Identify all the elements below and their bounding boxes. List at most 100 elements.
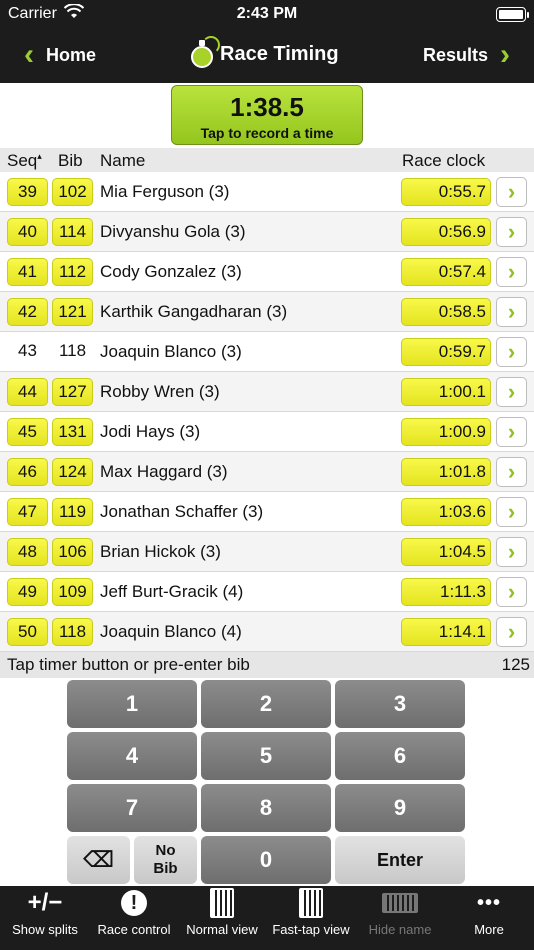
- runner-name: Mia Ferguson (3): [100, 182, 230, 201]
- tab-race-control[interactable]: ! Race control: [90, 886, 178, 950]
- chevron-right-icon: ›: [507, 259, 516, 284]
- race-clock-cell[interactable]: 1:03.6: [401, 498, 491, 526]
- table-row[interactable]: 48 106 Brian Hickok (3) 1:04.5 ›: [0, 532, 534, 572]
- seq-cell[interactable]: 49: [7, 578, 48, 606]
- row-detail-button[interactable]: ›: [496, 497, 527, 527]
- timer-hint: Tap to record a time: [200, 125, 334, 141]
- row-detail-button[interactable]: ›: [496, 537, 527, 567]
- race-clock-cell[interactable]: 1:00.9: [401, 418, 491, 446]
- bib-cell[interactable]: 119: [52, 498, 93, 526]
- seq-cell[interactable]: 42: [7, 298, 48, 326]
- bib-cell[interactable]: 131: [52, 418, 93, 446]
- table-row[interactable]: 49 109 Jeff Burt-Gracik (4) 1:11.3 ›: [0, 572, 534, 612]
- bib-cell[interactable]: 124: [52, 458, 93, 486]
- seq-cell[interactable]: 41: [7, 258, 48, 286]
- seq-cell[interactable]: 47: [7, 498, 48, 526]
- seq-cell[interactable]: 45: [7, 418, 48, 446]
- bib-cell[interactable]: 112: [52, 258, 93, 286]
- tab-more-label: More: [474, 922, 504, 937]
- race-clock-cell[interactable]: 1:11.3: [401, 578, 491, 606]
- bib-header[interactable]: Bib: [58, 151, 83, 171]
- seq-cell[interactable]: 48: [7, 538, 48, 566]
- row-detail-button[interactable]: ›: [496, 417, 527, 447]
- no-bib-button[interactable]: No Bib: [134, 836, 197, 884]
- bib-cell[interactable]: 118: [52, 618, 93, 646]
- table-row[interactable]: 43 118 Joaquin Blanco (3) 0:59.7 ›: [0, 332, 534, 372]
- row-detail-button[interactable]: ›: [496, 297, 527, 327]
- race-clock-cell[interactable]: 0:55.7: [401, 178, 491, 206]
- chevron-right-icon: ›: [507, 619, 516, 644]
- seq-cell[interactable]: 46: [7, 458, 48, 486]
- chevron-right-icon: ›: [507, 299, 516, 324]
- record-time-button[interactable]: 1:38.5 Tap to record a time: [171, 85, 363, 145]
- key-6[interactable]: 6: [335, 732, 465, 780]
- table-row[interactable]: 47 119 Jonathan Schaffer (3) 1:03.6 ›: [0, 492, 534, 532]
- tab-more[interactable]: ••• More: [444, 886, 534, 950]
- race-clock-cell[interactable]: 1:00.1: [401, 378, 491, 406]
- row-detail-button[interactable]: ›: [496, 377, 527, 407]
- table-row[interactable]: 41 112 Cody Gonzalez (3) 0:57.4 ›: [0, 252, 534, 292]
- table-row[interactable]: 45 131 Jodi Hays (3) 1:00.9 ›: [0, 412, 534, 452]
- battery-icon: [496, 7, 526, 22]
- table-row[interactable]: 46 124 Max Haggard (3) 1:01.8 ›: [0, 452, 534, 492]
- race-clock-cell[interactable]: 1:14.1: [401, 618, 491, 646]
- key-5[interactable]: 5: [201, 732, 331, 780]
- key-2[interactable]: 2: [201, 680, 331, 728]
- page-title-label: Race Timing: [220, 42, 339, 65]
- race-clock-cell[interactable]: 1:04.5: [401, 538, 491, 566]
- row-detail-button[interactable]: ›: [496, 257, 527, 287]
- chevron-right-icon: ›: [507, 539, 516, 564]
- row-detail-button[interactable]: ›: [496, 577, 527, 607]
- bib-cell[interactable]: 109: [52, 578, 93, 606]
- bib-cell[interactable]: 127: [52, 378, 93, 406]
- seq-cell[interactable]: 43: [7, 338, 48, 366]
- row-detail-button[interactable]: ›: [496, 217, 527, 247]
- seq-cell[interactable]: 40: [7, 218, 48, 246]
- seq-cell[interactable]: 39: [7, 178, 48, 206]
- enter-button[interactable]: Enter: [335, 836, 465, 884]
- table-row[interactable]: 42 121 Karthik Gangadharan (3) 0:58.5 ›: [0, 292, 534, 332]
- bib-cell[interactable]: 106: [52, 538, 93, 566]
- hint-text: Tap timer button or pre-enter bib: [7, 655, 250, 674]
- tab-hide-name[interactable]: Hide name: [356, 886, 444, 950]
- home-back-button[interactable]: ‹ Home: [24, 40, 96, 70]
- key-8[interactable]: 8: [201, 784, 331, 832]
- seq-header[interactable]: Seq▴: [7, 151, 42, 171]
- bib-cell[interactable]: 121: [52, 298, 93, 326]
- chevron-right-icon: ›: [507, 339, 516, 364]
- key-7[interactable]: 7: [67, 784, 197, 832]
- backspace-button[interactable]: ⌫: [67, 836, 130, 884]
- race-clock-cell[interactable]: 1:01.8: [401, 458, 491, 486]
- results-button[interactable]: Results ›: [423, 40, 510, 70]
- table-row[interactable]: 39 102 Mia Ferguson (3) 0:55.7 ›: [0, 172, 534, 212]
- race-clock-cell[interactable]: 0:58.5: [401, 298, 491, 326]
- table-row[interactable]: 44 127 Robby Wren (3) 1:00.1 ›: [0, 372, 534, 412]
- bib-cell[interactable]: 114: [52, 218, 93, 246]
- key-0[interactable]: 0: [201, 836, 331, 884]
- key-4[interactable]: 4: [67, 732, 197, 780]
- list-grid-icon: [210, 888, 234, 918]
- race-clock-cell[interactable]: 0:59.7: [401, 338, 491, 366]
- row-detail-button[interactable]: ›: [496, 337, 527, 367]
- key-1[interactable]: 1: [67, 680, 197, 728]
- tab-show-splits[interactable]: +/− Show splits: [0, 886, 90, 950]
- seq-cell[interactable]: 44: [7, 378, 48, 406]
- tab-normal-view[interactable]: Normal view: [178, 886, 266, 950]
- race-clock-cell[interactable]: 0:57.4: [401, 258, 491, 286]
- tab-fast-tap-view[interactable]: Fast-tap view: [266, 886, 356, 950]
- table-row[interactable]: 40 114 Divyanshu Gola (3) 0:56.9 ›: [0, 212, 534, 252]
- row-detail-button[interactable]: ›: [496, 617, 527, 647]
- key-3[interactable]: 3: [335, 680, 465, 728]
- row-detail-button[interactable]: ›: [496, 457, 527, 487]
- row-detail-button[interactable]: ›: [496, 177, 527, 207]
- bib-cell[interactable]: 118: [52, 338, 93, 366]
- key-9[interactable]: 9: [335, 784, 465, 832]
- name-header[interactable]: Name: [100, 151, 145, 171]
- plus-minus-icon: +/−: [27, 889, 63, 916]
- race-clock-header[interactable]: Race clock: [402, 151, 485, 171]
- race-clock-cell[interactable]: 0:56.9: [401, 218, 491, 246]
- bib-cell[interactable]: 102: [52, 178, 93, 206]
- table-row[interactable]: 50 118 Joaquin Blanco (4) 1:14.1 ›: [0, 612, 534, 652]
- seq-cell[interactable]: 50: [7, 618, 48, 646]
- runner-name: Brian Hickok (3): [100, 542, 221, 561]
